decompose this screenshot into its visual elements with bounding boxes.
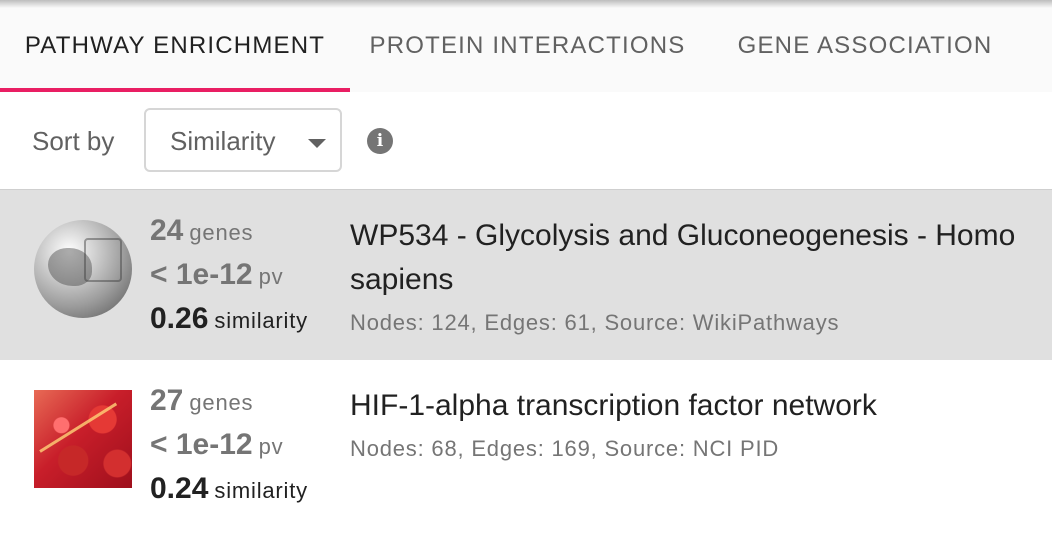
pathway-title: WP534 - Glycolysis and Gluconeogenesis -… [350, 219, 1016, 296]
similarity-score: 0.26 similarity [150, 302, 308, 335]
tab-label: GENE ASSOCIATION [737, 32, 993, 59]
result-row-wp534[interactable]: 24 genes < 1e-12 pv 0.26 similarity WP534 -… [0, 190, 1052, 360]
tab-protein-interactions[interactable]: PROTEIN INTERACTIONS [350, 0, 705, 92]
genes-count: 27 genes [150, 384, 254, 417]
tab-label: PROTEIN INTERACTIONS [369, 32, 686, 59]
wikipathways-globe-thumbnail [34, 220, 132, 318]
sort-by-label: Sort by [32, 126, 115, 156]
sort-bar: Sort by Similarity i [0, 92, 1052, 189]
tab-gene-association[interactable]: GENE ASSOCIATION [705, 0, 1025, 92]
result-stats: 24 genes < 1e-12 pv 0.26 similarity [150, 214, 340, 346]
tab-bar: PATHWAY ENRICHMENT PROTEIN INTERACTIONS … [0, 0, 1052, 92]
pathway-meta: Nodes: 68, Edges: 169, Source: NCI PID [350, 436, 780, 461]
chevron-down-icon [308, 139, 326, 148]
result-stats: 27 genes < 1e-12 pv 0.24 similarity [150, 384, 340, 516]
result-info: WP534 - Glycolysis and Gluconeogenesis -… [350, 214, 1040, 336]
tab-label: PATHWAY ENRICHMENT [24, 32, 326, 59]
info-icon[interactable]: i [367, 128, 393, 154]
p-value: < 1e-12 pv [150, 258, 284, 291]
sort-selected-value: Similarity [170, 126, 276, 156]
red-blood-cells-thumbnail [34, 390, 132, 488]
p-value: < 1e-12 pv [150, 428, 284, 461]
tab-pathway-enrichment[interactable]: PATHWAY ENRICHMENT [0, 0, 350, 92]
genes-count: 24 genes [150, 214, 254, 247]
result-row-hif1a[interactable]: 27 genes < 1e-12 pv 0.24 similarity HIF-1-a… [0, 360, 1052, 530]
sort-select[interactable]: Similarity [144, 108, 342, 172]
result-info: HIF-1-alpha transcription factor network… [350, 384, 1040, 462]
pathway-title: HIF-1-alpha transcription factor network [350, 389, 877, 422]
toolbar-shadow [0, 0, 1052, 8]
pathway-meta: Nodes: 124, Edges: 61, Source: WikiPathw… [350, 310, 840, 335]
similarity-score: 0.24 similarity [150, 472, 308, 505]
